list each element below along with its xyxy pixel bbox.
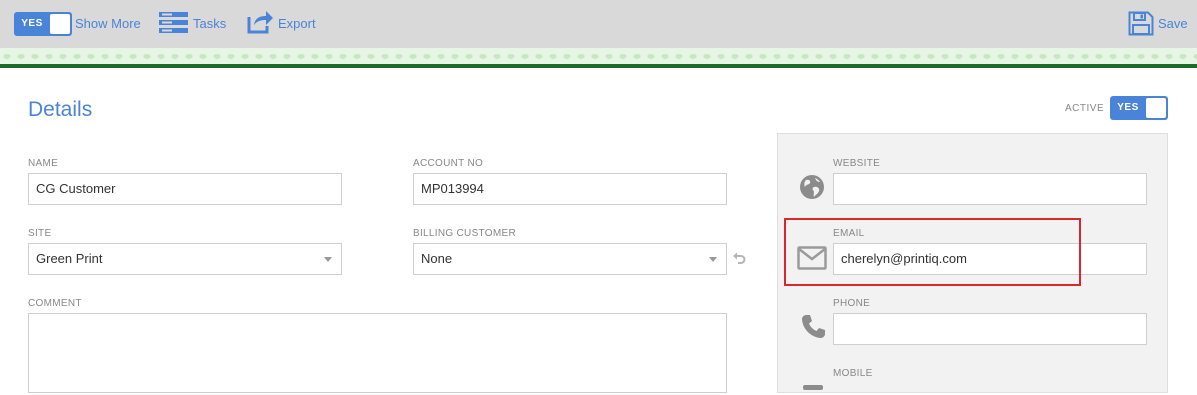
site-label: SITE: [28, 228, 52, 239]
globe-icon: [799, 174, 825, 205]
billing-customer-select[interactable]: None: [413, 243, 727, 275]
active-label: ACTIVE: [1065, 103, 1105, 114]
show-more-toggle[interactable]: YES: [14, 12, 72, 36]
show-more-label[interactable]: Show More: [75, 17, 141, 31]
undo-icon[interactable]: [732, 251, 746, 270]
email-highlight-box: [784, 218, 1081, 286]
comment-label: COMMENT: [28, 298, 82, 309]
billing-customer-label: BILLING CUSTOMER: [413, 228, 516, 239]
toolbar: YES Show More Tasks Export Save: [0, 0, 1197, 48]
mobile-label: MOBILE: [833, 368, 873, 379]
show-more-toggle-label: YES: [21, 18, 43, 29]
account-no-label: ACCOUNT NO: [413, 158, 484, 169]
list-icon[interactable]: [159, 12, 188, 39]
tasks-button[interactable]: Tasks: [193, 17, 226, 31]
active-toggle-label: YES: [1117, 102, 1139, 113]
chevron-down-icon[interactable]: [709, 257, 717, 262]
chevron-down-icon[interactable]: [324, 257, 332, 262]
phone-icon: [801, 314, 826, 344]
decorative-banner: [0, 48, 1197, 68]
phone-label: PHONE: [833, 298, 871, 309]
floppy-disk-icon[interactable]: [1128, 11, 1154, 41]
export-arrow-icon[interactable]: [247, 8, 274, 39]
website-field[interactable]: [833, 173, 1147, 205]
account-no-field[interactable]: MP013994: [413, 173, 727, 205]
billing-customer-value: None: [421, 251, 453, 266]
phone-field[interactable]: [833, 313, 1147, 345]
name-label: NAME: [28, 158, 59, 169]
site-select-value: Green Print: [36, 251, 103, 266]
page-title: Details: [28, 98, 93, 121]
export-button[interactable]: Export: [278, 17, 316, 31]
save-button[interactable]: Save: [1158, 17, 1188, 31]
website-label: WEBSITE: [833, 158, 881, 169]
toggle-knob: [50, 14, 70, 34]
toggle-knob: [1146, 98, 1166, 118]
site-select[interactable]: Green Print: [28, 243, 342, 275]
active-toggle[interactable]: YES: [1110, 96, 1168, 120]
comment-textarea[interactable]: [28, 313, 727, 393]
mobile-icon: [803, 377, 823, 395]
name-field[interactable]: CG Customer: [28, 173, 342, 205]
